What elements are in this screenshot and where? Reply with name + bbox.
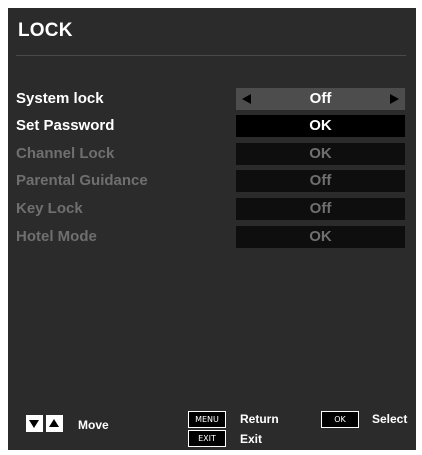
menu-item-label: Hotel Mode [16,228,97,245]
return-hint-label: Return [240,412,279,426]
ok-key[interactable]: OK [321,411,359,428]
menu-header: LOCK [8,8,416,56]
exit-hint-label: Exit [240,432,263,446]
menu-item-channel-lock: Channel Lock OK [8,143,416,165]
move-hint-label: Move [78,418,109,432]
menu-item-label: Set Password [16,117,115,134]
exit-key[interactable]: EXIT [188,430,226,447]
hotel-mode-button: OK [236,226,405,248]
select-hint-label: Select [372,412,408,426]
channel-lock-button: OK [236,143,405,165]
menu-key[interactable]: MENU [188,411,226,428]
menu-item-hotel-mode: Hotel Mode OK [8,226,416,248]
set-password-button[interactable]: OK [236,115,405,137]
key-hint-bar: Move MENU Return EXIT Exit OK Select [8,403,416,450]
title-divider [16,55,406,56]
key-lock-value-box: Off [236,198,405,220]
arrow-down-icon [26,415,43,432]
menu-item-set-password[interactable]: Set Password OK [8,115,416,137]
arrow-up-icon [46,415,63,432]
navigation-keys [26,415,68,432]
arrow-right-icon[interactable] [390,94,399,104]
lock-menu-panel: LOCK System lock Off Set Password OK Cha… [8,8,416,450]
menu-item-parental-guidance: Parental Guidance Off [8,170,416,192]
menu-item-label: Key Lock [16,200,83,217]
parental-guidance-value-box: Off [236,170,405,192]
menu-item-key-lock: Key Lock Off [8,198,416,220]
menu-item-system-lock[interactable]: System lock Off [8,88,416,110]
arrow-left-icon[interactable] [242,94,251,104]
key-lock-value: Off [309,200,332,217]
set-password-value: OK [309,117,332,134]
menu-title: LOCK [18,20,73,41]
parental-guidance-value: Off [309,172,332,189]
channel-lock-value: OK [309,145,332,162]
menu-item-label: System lock [16,90,104,107]
menu-item-label: Channel Lock [16,145,115,162]
hotel-mode-value: OK [309,228,332,245]
menu-item-label: Parental Guidance [16,172,148,189]
system-lock-value: Off [309,90,332,107]
system-lock-selector[interactable]: Off [236,88,405,110]
